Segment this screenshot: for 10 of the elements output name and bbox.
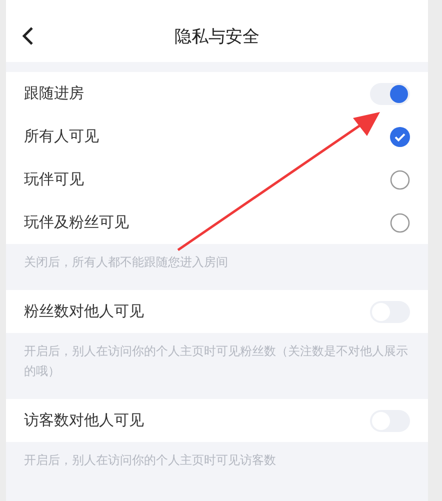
setting-label: 跟随进房	[24, 84, 84, 103]
setting-label: 访客数对他人可见	[24, 411, 144, 430]
page-title: 隐私与安全	[174, 26, 260, 48]
option-label: 所有人可见	[24, 127, 99, 146]
setting-label: 粉丝数对他人可见	[24, 302, 144, 321]
hint-text: 开启后，别人在访问你的个人主页时可见粉丝数（关注数是不对他人展示的哦）	[23, 343, 409, 380]
hint-text: 关闭后，所有人都不能跟随您进入房间	[23, 254, 229, 271]
option-label: 玩伴可见	[24, 170, 84, 189]
hint-text: 开启后，别人在访问你的个人主页时可见访客数	[23, 452, 277, 469]
option-label: 玩伴及粉丝可见	[24, 213, 129, 232]
